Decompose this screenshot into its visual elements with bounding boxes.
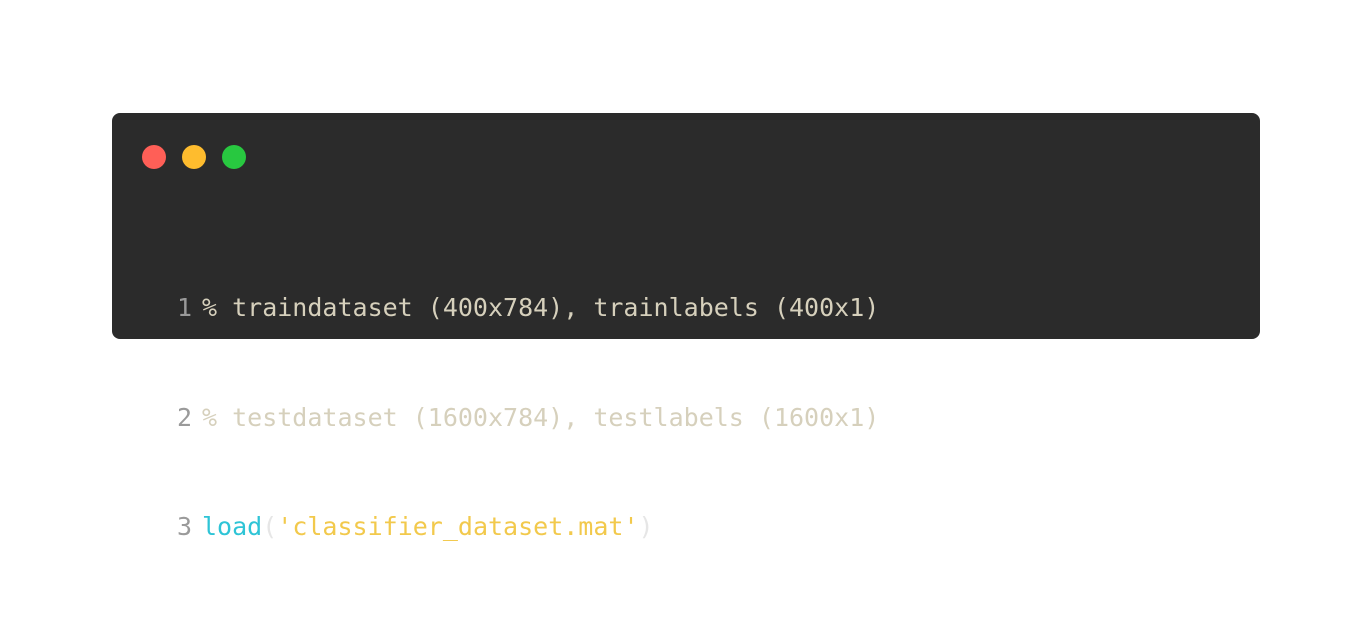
code-line: 2 % testdataset (1600x784), testlabels (1… [158, 400, 879, 437]
code-string: 'classifier_dataset.mat' [277, 512, 639, 541]
maximize-button[interactable] [222, 145, 246, 169]
code-comment: % traindataset (400x784), trainlabels (4… [202, 293, 880, 322]
code-close-paren: ) [638, 512, 654, 541]
line-number: 1 [176, 293, 192, 322]
minimize-button[interactable] [182, 145, 206, 169]
line-number: 2 [176, 402, 192, 432]
code-block: 1 % traindataset (400x784), trainlabels (… [158, 217, 879, 619]
code-comment: % testdataset (1600x784), testlabels (16… [202, 402, 880, 432]
code-window: 1 % traindataset (400x784), trainlabels (… [112, 113, 1260, 541]
window-controls [142, 145, 246, 169]
close-button[interactable] [142, 145, 166, 169]
code-function: load [202, 512, 263, 541]
line-number: 3 [176, 512, 192, 541]
code-open-paren: ( [262, 512, 278, 541]
code-line: 1 % traindataset (400x784), trainlabels (… [158, 290, 879, 327]
code-line: 3 load('classifier_dataset.mat') [158, 509, 879, 546]
